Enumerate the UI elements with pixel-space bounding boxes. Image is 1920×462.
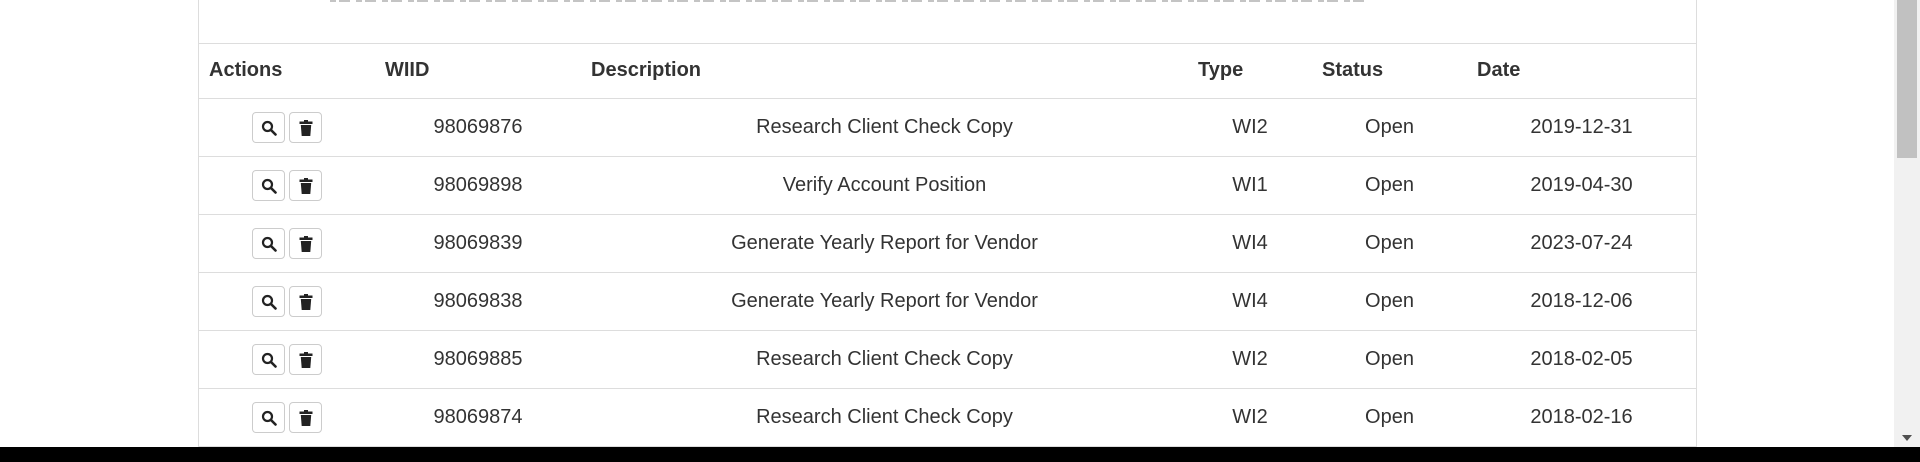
search-icon xyxy=(261,352,277,368)
trash-icon xyxy=(299,119,312,136)
row-actions-cell xyxy=(199,214,375,273)
column-header-status[interactable]: Status xyxy=(1312,43,1467,99)
cell-status: Open xyxy=(1312,98,1467,157)
table-row: 98069885 Research Client Check Copy WI2 … xyxy=(199,330,1696,389)
cell-description: Generate Yearly Report for Vendor xyxy=(581,214,1188,273)
bottom-black-bar xyxy=(0,447,1920,462)
cell-type: WI2 xyxy=(1188,388,1312,447)
cell-wiid: 98069839 xyxy=(375,214,581,273)
column-header-type[interactable]: Type xyxy=(1188,43,1312,99)
cell-type: WI2 xyxy=(1188,98,1312,157)
cell-description: Generate Yearly Report for Vendor xyxy=(581,272,1188,331)
cell-status: Open xyxy=(1312,388,1467,447)
delete-button[interactable] xyxy=(289,344,322,375)
column-header-wiid[interactable]: WIID xyxy=(375,43,581,99)
search-icon xyxy=(261,410,277,426)
search-icon xyxy=(261,178,277,194)
search-icon xyxy=(261,120,277,136)
column-header-actions: Actions xyxy=(199,43,375,99)
view-button[interactable] xyxy=(252,286,285,317)
column-header-date[interactable]: Date xyxy=(1467,43,1696,99)
table-row: 98069838 Generate Yearly Report for Vend… xyxy=(199,272,1696,331)
cell-wiid: 98069898 xyxy=(375,156,581,215)
cell-wiid: 98069874 xyxy=(375,388,581,447)
trash-icon xyxy=(299,235,312,252)
delete-button[interactable] xyxy=(289,112,322,143)
cell-type: WI4 xyxy=(1188,214,1312,273)
search-icon xyxy=(261,294,277,310)
delete-button[interactable] xyxy=(289,402,322,433)
row-actions-cell xyxy=(199,272,375,331)
cell-description: Research Client Check Copy xyxy=(581,388,1188,447)
table-row: 98069876 Research Client Check Copy WI2 … xyxy=(199,98,1696,157)
view-button[interactable] xyxy=(252,112,285,143)
column-header-description[interactable]: Description xyxy=(581,43,1188,99)
search-icon xyxy=(261,236,277,252)
delete-button[interactable] xyxy=(289,170,322,201)
cell-wiid: 98069838 xyxy=(375,272,581,331)
cell-status: Open xyxy=(1312,330,1467,389)
cell-type: WI4 xyxy=(1188,272,1312,331)
view-button[interactable] xyxy=(252,402,285,433)
cell-wiid: 98069876 xyxy=(375,98,581,157)
cell-date: 2019-12-31 xyxy=(1467,98,1696,157)
cell-date: 2018-12-06 xyxy=(1467,272,1696,331)
view-button[interactable] xyxy=(252,170,285,201)
cell-status: Open xyxy=(1312,214,1467,273)
cell-status: Open xyxy=(1312,272,1467,331)
trash-icon xyxy=(299,351,312,368)
table-header-row: Actions WIID Description Type Status Dat… xyxy=(199,43,1696,99)
cell-description: Research Client Check Copy xyxy=(581,98,1188,157)
clipped-description-text xyxy=(330,0,1370,2)
table-row: 98069874 Research Client Check Copy WI2 … xyxy=(199,388,1696,447)
cell-status: Open xyxy=(1312,156,1467,215)
scrollbar-thumb[interactable] xyxy=(1897,0,1917,158)
vertical-scrollbar[interactable] xyxy=(1894,0,1920,447)
cell-date: 2018-02-16 xyxy=(1467,388,1696,447)
trash-icon xyxy=(299,293,312,310)
page-viewport: Actions WIID Description Type Status Dat… xyxy=(0,0,1920,447)
scroll-down-arrow-icon[interactable] xyxy=(1902,435,1912,441)
cell-date: 2018-02-05 xyxy=(1467,330,1696,389)
cell-date: 2023-07-24 xyxy=(1467,214,1696,273)
trash-icon xyxy=(299,177,312,194)
cell-description: Verify Account Position xyxy=(581,156,1188,215)
cell-date: 2019-04-30 xyxy=(1467,156,1696,215)
work-items-table: Actions WIID Description Type Status Dat… xyxy=(199,43,1696,447)
row-actions-cell xyxy=(199,388,375,447)
table-row: 98069839 Generate Yearly Report for Vend… xyxy=(199,214,1696,273)
delete-button[interactable] xyxy=(289,228,322,259)
row-actions-cell xyxy=(199,330,375,389)
delete-button[interactable] xyxy=(289,286,322,317)
trash-icon xyxy=(299,409,312,426)
table-row: 98069898 Verify Account Position WI1 Ope… xyxy=(199,156,1696,215)
row-actions-cell xyxy=(199,98,375,157)
cell-type: WI2 xyxy=(1188,330,1312,389)
panel-header-strip xyxy=(199,0,1696,44)
work-items-panel: Actions WIID Description Type Status Dat… xyxy=(198,0,1697,447)
row-actions-cell xyxy=(199,156,375,215)
cell-type: WI1 xyxy=(1188,156,1312,215)
cell-description: Research Client Check Copy xyxy=(581,330,1188,389)
view-button[interactable] xyxy=(252,344,285,375)
view-button[interactable] xyxy=(252,228,285,259)
cell-wiid: 98069885 xyxy=(375,330,581,389)
